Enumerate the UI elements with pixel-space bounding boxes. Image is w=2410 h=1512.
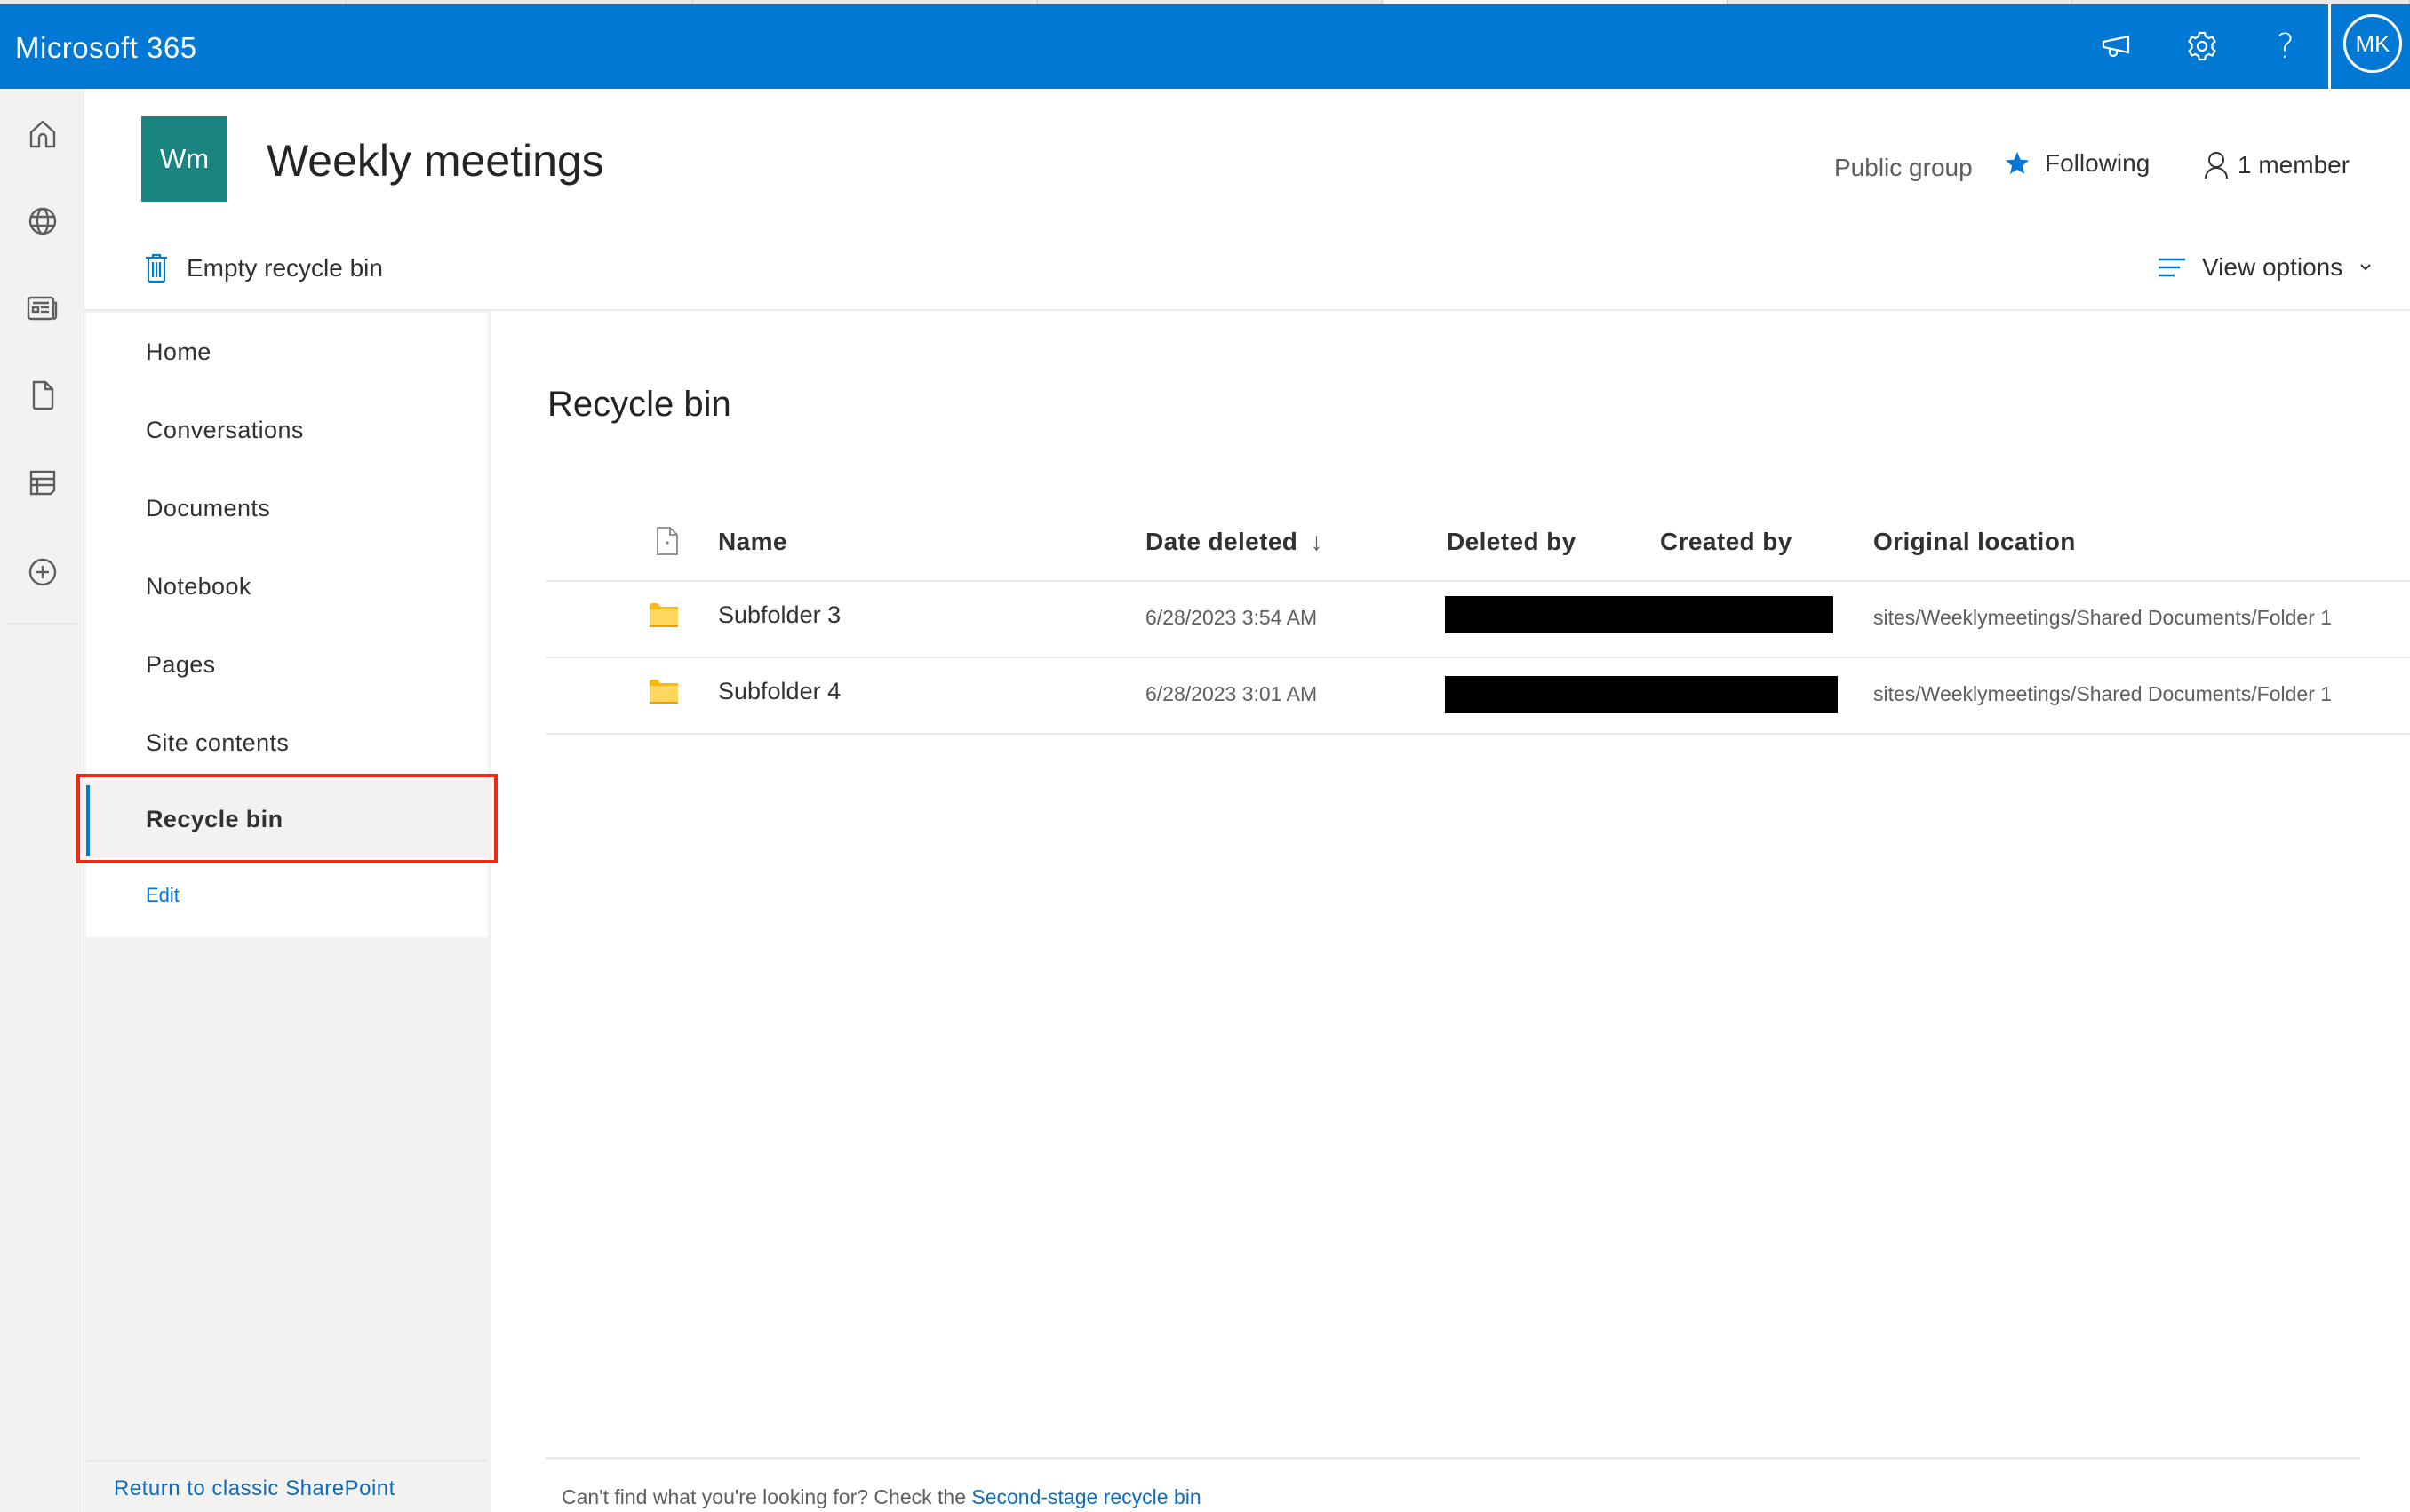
gear-icon[interactable]: [2184, 28, 2220, 64]
row-divider: [546, 733, 2410, 735]
rail-divider: [7, 623, 76, 624]
column-header-date-deleted[interactable]: Date deleted ↓: [1145, 528, 1323, 556]
help-icon[interactable]: ?: [2268, 27, 2303, 66]
app-launcher-brand[interactable]: Microsoft 365: [15, 31, 197, 65]
nav-item-recycle-bin[interactable]: Recycle bin: [86, 780, 488, 858]
footer-text: Can't find what you're looking for? Chec…: [562, 1485, 972, 1508]
return-to-classic-link[interactable]: Return to classic SharePoint: [114, 1476, 395, 1501]
nav-item-site-contents[interactable]: Site contents: [86, 704, 488, 782]
view-lines-icon: [2159, 258, 2185, 277]
following-label: Following: [2045, 149, 2151, 177]
redacted-user-block: [1445, 596, 1833, 633]
nav-item-documents[interactable]: Documents: [86, 469, 488, 547]
edit-nav-link[interactable]: Edit: [146, 884, 180, 907]
nav-item-pages[interactable]: Pages: [86, 625, 488, 704]
column-header-deleted-by[interactable]: Deleted by: [1447, 528, 1576, 556]
file-icon[interactable]: [23, 376, 62, 415]
group-privacy-label: Public group: [1834, 154, 1973, 181]
second-stage-recycle-bin-link[interactable]: Second-stage recycle bin: [971, 1485, 1201, 1508]
sort-descending-icon: ↓: [1310, 528, 1323, 555]
members-label: 1 member: [2238, 151, 2350, 179]
add-circle-icon[interactable]: [23, 553, 62, 592]
megaphone-icon[interactable]: [2099, 28, 2135, 64]
row-name[interactable]: Subfolder 4: [718, 678, 841, 705]
left-nav: Home Conversations Documents Notebook Pa…: [86, 313, 488, 937]
site-logo[interactable]: Wm: [141, 116, 227, 202]
globe-icon[interactable]: [23, 202, 62, 241]
site-title[interactable]: Weekly meetings: [267, 135, 604, 187]
folder-icon: [650, 603, 678, 627]
column-header-created-by[interactable]: Created by: [1660, 528, 1792, 556]
row-date-deleted: 6/28/2023 3:01 AM: [1145, 682, 1318, 705]
list-icon[interactable]: [23, 463, 62, 502]
avatar[interactable]: MK: [2343, 14, 2402, 73]
column-header-original-location[interactable]: Original location: [1873, 528, 2076, 556]
app-rail: [0, 89, 84, 1512]
star-icon: [2005, 151, 2030, 174]
empty-recycle-bin-label: Empty recycle bin: [187, 254, 383, 282]
file-type-header-icon[interactable]: [656, 526, 679, 556]
row-name[interactable]: Subfolder 3: [718, 601, 841, 629]
row-date-deleted: 6/28/2023 3:54 AM: [1145, 606, 1318, 629]
news-icon[interactable]: [23, 289, 62, 328]
trash-icon: [146, 253, 167, 283]
date-deleted-label: Date deleted: [1145, 528, 1298, 555]
folder-icon: [650, 680, 678, 704]
table-row[interactable]: Subfolder 4 6/28/2023 3:01 AM sites/Week…: [546, 658, 2410, 735]
members-button[interactable]: 1 member: [2204, 151, 2350, 179]
nav-item-home[interactable]: Home: [86, 313, 488, 391]
chevron-down-icon: [2360, 264, 2371, 271]
column-header-name[interactable]: Name: [718, 528, 787, 556]
view-options-label: View options: [2202, 253, 2343, 281]
person-icon: [2205, 152, 2228, 179]
empty-recycle-bin-button[interactable]: Empty recycle bin: [144, 253, 383, 283]
redacted-user-block: [1445, 676, 1838, 713]
table-row[interactable]: Subfolder 3 6/28/2023 3:54 AM sites/Week…: [546, 582, 2410, 658]
nav-bottom-divider: [86, 1460, 488, 1462]
footer-message: Can't find what you're looking for? Chec…: [562, 1485, 1201, 1509]
following-button[interactable]: Following: [2004, 149, 2150, 178]
home-icon[interactable]: [23, 115, 62, 154]
account-button[interactable]: MK: [2328, 4, 2410, 89]
nav-item-conversations[interactable]: Conversations: [86, 391, 488, 469]
nav-item-notebook[interactable]: Notebook: [86, 547, 488, 625]
view-options-button[interactable]: View options: [2158, 253, 2373, 282]
row-original-location: sites/Weeklymeetings/Shared Documents/Fo…: [1873, 682, 2333, 705]
row-original-location: sites/Weeklymeetings/Shared Documents/Fo…: [1873, 606, 2333, 629]
page-heading: Recycle bin: [547, 385, 731, 424]
footer-divider: [546, 1457, 2360, 1460]
suite-header: Microsoft 365 ? MK: [0, 4, 2410, 89]
